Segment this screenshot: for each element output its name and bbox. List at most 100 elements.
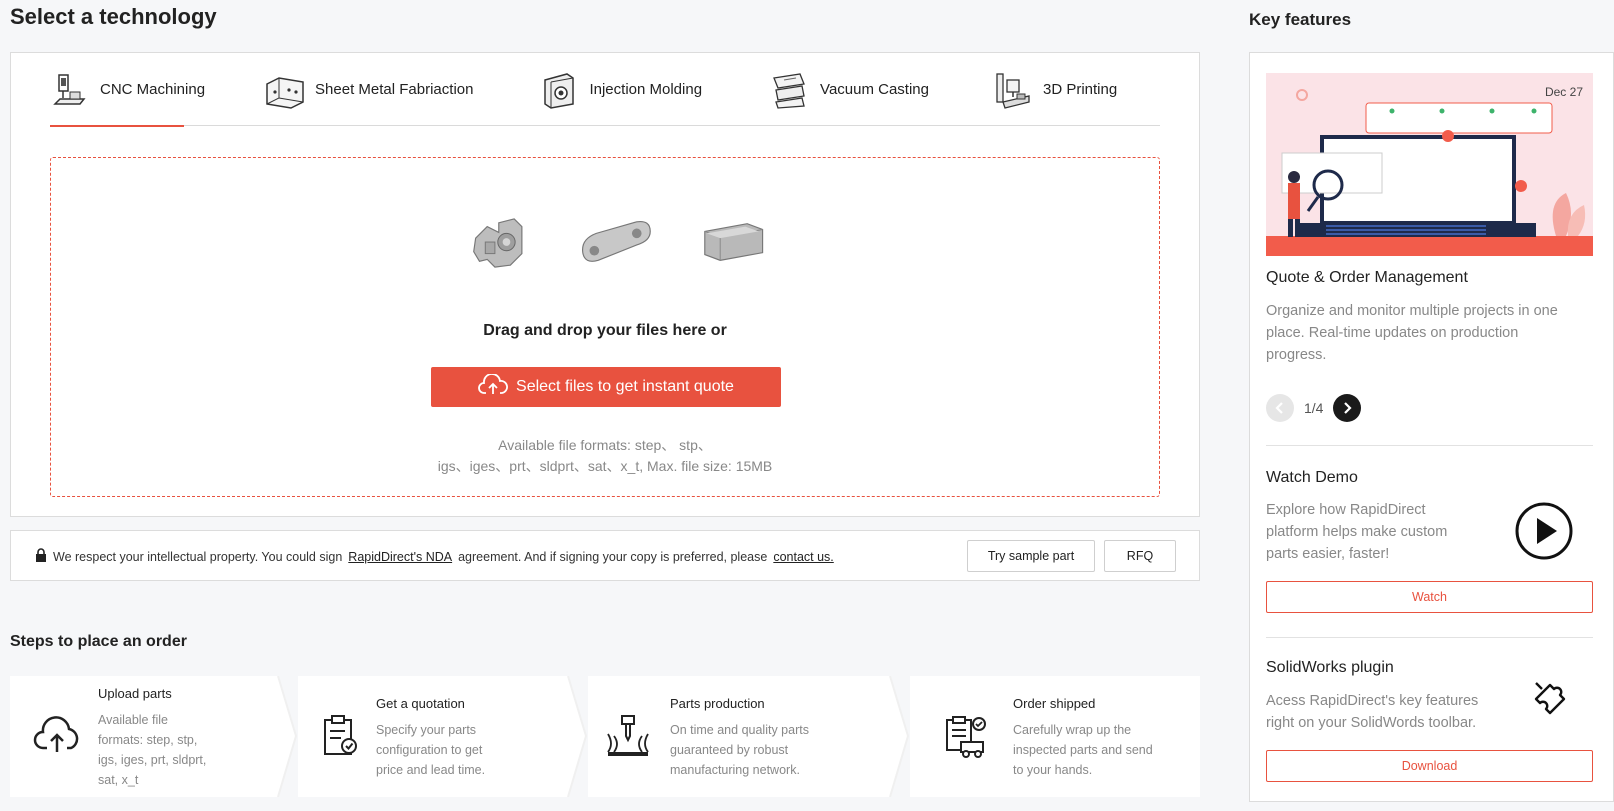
drag-drop-text: Drag and drop your files here or <box>483 322 727 339</box>
file-formats-text: Available file formats: step、 stp、 igs、i… <box>51 435 1159 477</box>
chevron-right-icon <box>1344 402 1353 414</box>
download-button[interactable]: Download <box>1266 750 1593 782</box>
shipping-icon <box>940 711 990 761</box>
3d-printer-icon <box>993 70 1033 110</box>
prev-feature-button[interactable] <box>1266 394 1294 422</box>
cnc-machine-icon <box>50 70 90 110</box>
divider <box>1266 445 1593 446</box>
technology-tabs: CNC Machining Sheet Metal Fabriaction In… <box>50 53 1160 127</box>
nda-notice: We respect your intellectual property. Y… <box>35 548 834 565</box>
quote-order-title: Quote & Order Management <box>1266 269 1468 286</box>
nda-text-before: We respect your intellectual property. Y… <box>53 549 343 564</box>
enclosure-part-image <box>703 223 763 261</box>
step-desc-line: inspected parts and send <box>1013 743 1153 757</box>
desc-line: Organize and monitor multiple projects i… <box>1266 303 1558 319</box>
step-name: Order shipped <box>1013 696 1096 711</box>
step-desc-line: sat, x_t <box>98 773 139 787</box>
rfq-button[interactable]: RFQ <box>1104 540 1176 572</box>
tab-label: Vacuum Casting <box>820 81 929 98</box>
step-desc-line: manufacturing network. <box>670 763 800 777</box>
formats-line: igs、iges、prt、sldprt、sat、x_t, Max. file s… <box>437 458 773 474</box>
play-icon[interactable] <box>1514 501 1574 566</box>
step-upload-parts: Upload parts Available file formats: ste… <box>10 676 278 797</box>
image-date: Dec 27 <box>1544 85 1583 99</box>
injection-mold-icon <box>539 70 579 110</box>
cloud-upload-icon <box>32 711 82 761</box>
step-desc-line: Carefully wrap up the <box>1013 723 1132 737</box>
tab-label: CNC Machining <box>100 81 206 98</box>
nda-link[interactable]: RapidDirect's NDA <box>348 550 452 564</box>
steps-title: Steps to place an order <box>10 633 187 650</box>
select-files-label: Select files to get instant quote <box>516 378 734 395</box>
watch-demo-title: Watch Demo <box>1266 469 1358 486</box>
step-name: Parts production <box>670 696 765 711</box>
quote-order-desc: Organize and monitor multiple projects i… <box>1266 300 1558 366</box>
solidworks-plugin-desc: Acess RapidDirect's key features right o… <box>1266 690 1478 734</box>
solidworks-plugin-title: SolidWorks plugin <box>1266 659 1394 676</box>
desc-line: Acess RapidDirect's key features <box>1266 693 1479 709</box>
watch-demo-desc: Explore how RapidDirect platform helps m… <box>1266 499 1447 565</box>
step-desc: Available file formats: step, stp, igs, … <box>98 710 206 790</box>
desc-line: place. Real-time updates on production <box>1266 325 1519 341</box>
try-sample-part-button[interactable]: Try sample part <box>967 540 1095 572</box>
step-desc-line: guaranteed by robust <box>670 743 789 757</box>
order-steps: Upload parts Available file formats: ste… <box>10 676 1200 797</box>
step-parts-production: Parts production On time and quality par… <box>588 676 888 797</box>
step-desc: Specify your parts configuration to get … <box>376 720 485 780</box>
step-chevron-icon <box>558 676 588 797</box>
desc-line: progress. <box>1266 347 1327 363</box>
sample-parts-images <box>466 208 766 278</box>
step-chevron-icon <box>268 676 298 797</box>
step-desc-line: to your hands. <box>1013 763 1093 777</box>
file-dropzone[interactable]: Drag and drop your files here or Select … <box>50 157 1160 497</box>
divider <box>1266 637 1593 638</box>
step-desc-line: igs, iges, prt, sldprt, <box>98 753 207 767</box>
step-desc-line: Specify your parts <box>376 723 477 737</box>
tab-injection-molding[interactable]: Injection Molding <box>539 53 702 126</box>
key-features-panel: Dec 27 Quote & Order Management Organize… <box>1249 52 1614 802</box>
tab-label: Sheet Metal Fabriaction <box>315 81 474 98</box>
tab-3d-printing[interactable]: 3D Printing <box>993 53 1117 126</box>
step-chevron-icon <box>880 676 910 797</box>
step-desc-line: formats: step, stp, <box>98 733 198 747</box>
step-desc-line: Available file <box>98 713 168 727</box>
step-desc-line: configuration to get <box>376 743 483 757</box>
bracket-part-image <box>582 220 652 262</box>
tab-cnc-machining[interactable]: CNC Machining <box>50 53 206 127</box>
technology-panel: CNC Machining Sheet Metal Fabriaction In… <box>10 52 1200 517</box>
next-feature-button[interactable] <box>1333 394 1362 422</box>
plugin-puzzle-icon <box>1530 675 1574 724</box>
formats-line: Available file formats: step、 stp、 <box>498 437 712 453</box>
step-desc-line: price and lead time. <box>376 763 486 777</box>
order-management-illustration: Dec 27 <box>1266 73 1593 256</box>
step-name: Get a quotation <box>376 696 465 711</box>
feature-pager: 1/4 <box>1266 394 1362 422</box>
nda-text-middle: agreement. And if signing your copy is p… <box>458 549 768 564</box>
step-desc: On time and quality parts guaranteed by … <box>670 720 809 780</box>
desc-line: platform helps make custom <box>1266 524 1448 540</box>
tab-vacuum-casting[interactable]: Vacuum Casting <box>770 53 929 126</box>
step-desc-line: On time and quality parts <box>670 723 809 737</box>
select-files-button[interactable]: Select files to get instant quote <box>431 367 781 407</box>
tab-label: 3D Printing <box>1043 81 1118 98</box>
milling-icon <box>602 711 652 761</box>
step-desc: Carefully wrap up the inspected parts an… <box>1013 720 1153 780</box>
desc-line: right on your SolidWords toolbar. <box>1266 715 1477 731</box>
desc-line: Explore how RapidDirect <box>1266 502 1426 518</box>
vacuum-casting-icon <box>770 70 810 110</box>
pager-count: 1/4 <box>1304 400 1324 416</box>
tab-label: Injection Molding <box>589 81 703 98</box>
desc-line: parts easier, faster! <box>1266 546 1390 562</box>
step-get-quotation: Get a quotation Specify your parts confi… <box>298 676 566 797</box>
watch-button[interactable]: Watch <box>1266 581 1593 613</box>
nda-bar: We respect your intellectual property. Y… <box>10 530 1200 581</box>
tab-sheet-metal[interactable]: Sheet Metal Fabriaction <box>265 53 473 126</box>
page-title: Select a technology <box>10 4 217 29</box>
step-name: Upload parts <box>98 686 172 701</box>
chevron-left-icon <box>1275 402 1283 414</box>
contact-us-link[interactable]: contact us. <box>773 550 833 564</box>
cnc-part-image <box>473 218 523 268</box>
key-features-title: Key features <box>1249 10 1352 29</box>
step-order-shipped: Order shipped Carefully wrap up the insp… <box>910 676 1200 797</box>
sheet-metal-icon <box>265 70 305 110</box>
